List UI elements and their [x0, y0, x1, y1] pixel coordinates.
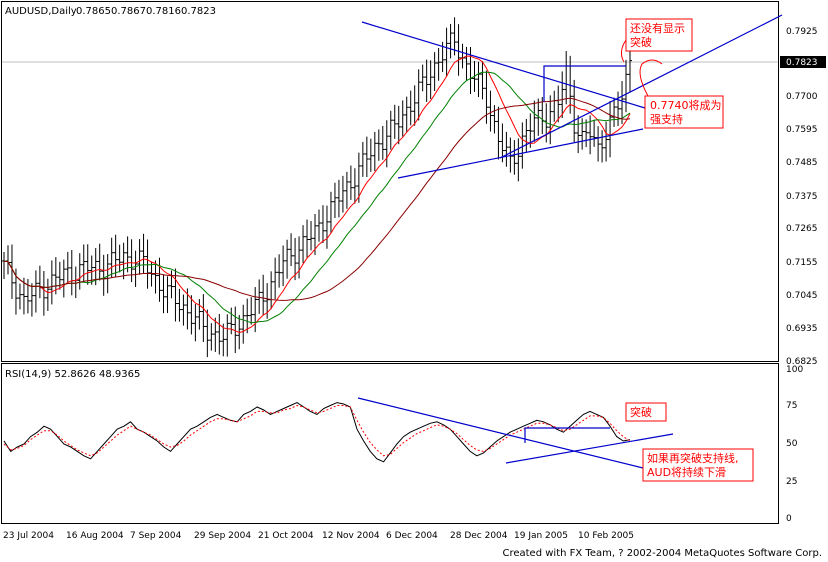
price-y-axis: 0.7925 0.7700 0.7595 0.7485 0.7375 0.726…	[786, 27, 818, 367]
rsi-annotation-warning: 如果再突破支持线, AUD将持续下滑	[642, 448, 754, 482]
rsi-panel-frame	[1, 363, 779, 524]
ohlc-header: 0.7865 0.7867 0.7816 0.7823	[76, 6, 216, 17]
y-tick-label: 0.7925	[786, 27, 818, 37]
x-tick-label: 6 Dec 2004	[386, 531, 438, 541]
annotation-text: AUD将持续下滑	[647, 465, 726, 479]
y-tick-label: 0.7265	[786, 224, 818, 234]
x-tick-label: 23 Jul 2004	[3, 531, 54, 541]
rsi-annotation-breakout: 突破	[625, 402, 667, 422]
ohlc-close: 0.7823	[181, 6, 216, 17]
annotation-text: 如果再突破支持线,	[647, 451, 739, 465]
x-tick-label: 29 Sep 2004	[194, 531, 251, 541]
ohlc-low: 0.7816	[146, 6, 181, 17]
y-tick-label: 0.6935	[786, 324, 818, 334]
y-tick-label: 0.7375	[786, 192, 818, 202]
rsi-title: RSI(14,9) 52.8626 48.9365	[5, 369, 140, 380]
x-tick-label: 12 Nov 2004	[322, 531, 380, 541]
rsi-tick-label: 0	[786, 514, 792, 524]
y-tick-label: 0.7595	[786, 125, 818, 135]
y-tick-label: 0.7155	[786, 258, 818, 268]
annotation-text: 突破	[630, 35, 652, 49]
rsi-tick-label: 75	[786, 401, 797, 411]
x-axis: 23 Jul 2004 16 Aug 2004 7 Sep 2004 29 Se…	[3, 531, 634, 541]
x-tick-label: 10 Feb 2005	[578, 531, 634, 541]
current-price-badge: 0.7823	[780, 56, 826, 68]
footer-credit: Created with FX Team, ? 2002-2004 MetaQu…	[502, 548, 822, 559]
rsi-tick-label: 100	[786, 365, 803, 375]
rsi-tick-label: 25	[786, 477, 797, 487]
x-tick-label: 28 Dec 2004	[450, 531, 508, 541]
chart-root: AUDUSD,Daily 0.7865 0.7867 0.7816 0.7823…	[1, 1, 826, 541]
price-title: AUDUSD,Daily	[5, 6, 77, 17]
rsi-tick-label: 50	[786, 439, 798, 449]
x-tick-label: 7 Sep 2004	[130, 531, 182, 541]
rsi-y-axis: 100 75 50 25 0	[786, 365, 803, 524]
x-tick-label: 21 Oct 2004	[258, 531, 314, 541]
annotation-text: 0.7740将成为	[650, 99, 722, 112]
y-tick-label: 0.7485	[786, 158, 818, 168]
current-price-label: 0.7823	[786, 58, 818, 68]
y-tick-label: 0.7700	[786, 92, 818, 102]
x-tick-label: 19 Jan 2005	[514, 531, 568, 541]
annotation-text: 还没有显示	[630, 21, 685, 35]
ohlc-open: 0.7865	[76, 6, 111, 17]
x-tick-label: 16 Aug 2004	[66, 531, 124, 541]
price-panel-frame	[1, 1, 779, 362]
y-tick-label: 0.7045	[786, 291, 818, 301]
ohlc-high: 0.7867	[111, 6, 146, 17]
annotation-text: 强支持	[650, 112, 683, 126]
annotation-text: 突破	[630, 405, 652, 419]
